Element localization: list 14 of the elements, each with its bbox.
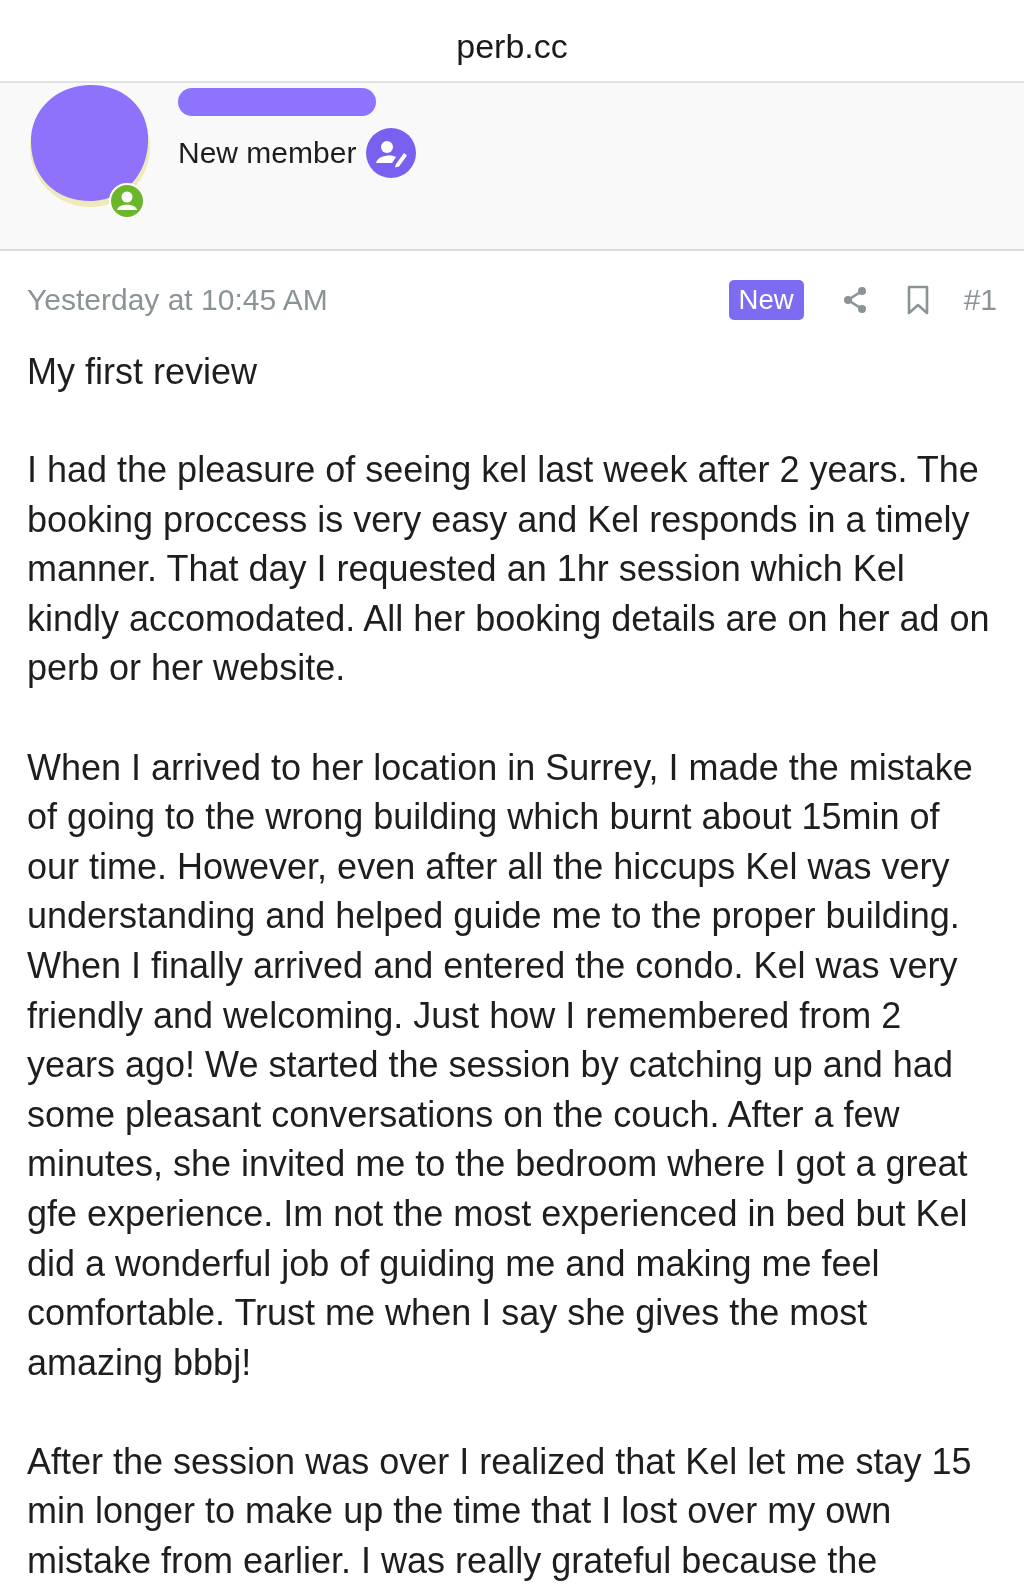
- post-title: My first review: [27, 351, 258, 393]
- bookmark-icon[interactable]: [905, 285, 930, 315]
- redacted-avatar[interactable]: [29, 84, 151, 208]
- person-pencil-icon: [366, 128, 417, 178]
- post-timestamp[interactable]: Yesterday at 10:45 AM: [27, 283, 328, 317]
- new-label: New: [728, 280, 804, 320]
- share-icon[interactable]: [841, 286, 868, 314]
- post-number-link[interactable]: #1: [963, 283, 997, 317]
- review-paragraph: I had the pleasure of seeing kel last week after 2 years. The booking proccess is very easy and Kel responds in a timely manner. That day I requested an 1hr session which Kel kindly accomodated. All her booking details are on her ad on perb or her website.: [27, 448, 991, 691]
- site-address[interactable]: perb.cc: [456, 27, 568, 66]
- review-paragraph: When I arrived to her location in Surrey, I made the mistake of going to the wrong building which burnt about 15min of our time. However, even after all the hiccups Kel was very understanding and helped guide me to the proper building. When I finally arrived and entered the condo. Kel was very friendly and welcoming. Just how I remembered from 2 years ago! We started the session by catching up and had some pleasant conversations on the couch. After a few minutes, she invited me to the bedroom where I got a great gfe experience. Im not the most experienced in bed but Kel did a wonderful job of guiding me and making me feel comfortable. Trust me when I say she gives the most amazing bbbj!: [27, 745, 974, 1385]
- member-role: New member: [178, 136, 357, 170]
- review-paragraph: After the session was over I realized that Kel let me stay 15 min longer to make up the time that I lost over my own mistake from earlier. I was really grateful because the: [27, 1439, 973, 1584]
- person-badge-icon: [109, 183, 145, 219]
